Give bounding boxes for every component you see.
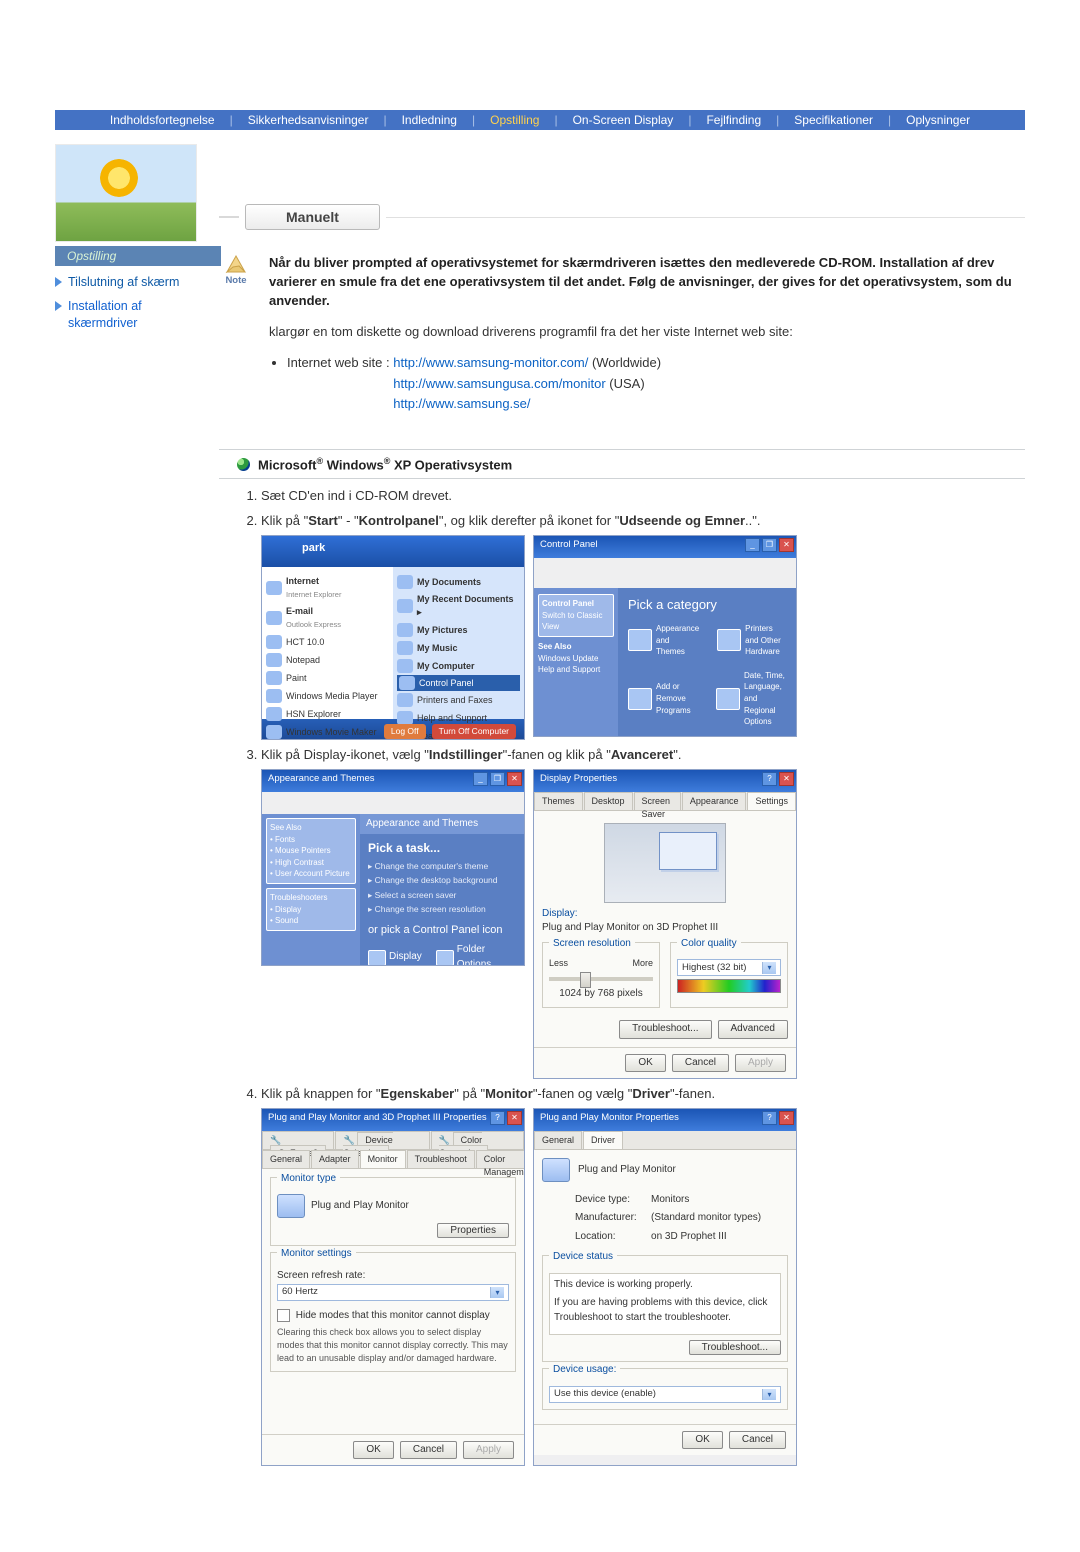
web-links-list: Internet web site : http://www.samsung-m…	[287, 353, 1025, 415]
nav-item[interactable]: Indholdsfortegnelse	[104, 113, 221, 127]
triangle-icon	[55, 277, 62, 287]
link-samsung-se[interactable]: http://www.samsung.se/	[393, 396, 530, 411]
triangle-icon	[55, 301, 62, 311]
screenshot-start-menu: park InternetInternet Explorer E-mailOut…	[261, 535, 525, 740]
screenshot-control-panel: Control Panel _❐✕ Control PanelSwitch to…	[533, 535, 797, 737]
manual-heading-bar: Manuelt	[219, 204, 1025, 230]
logoff-button[interactable]: Log Off	[384, 724, 426, 738]
troubleshoot-button[interactable]: Troubleshoot...	[619, 1020, 711, 1039]
nav-item[interactable]: Oplysninger	[900, 113, 976, 127]
apply-button[interactable]: Apply	[463, 1441, 514, 1460]
main-content: Manuelt Note Når du bliver prompted af o…	[219, 144, 1025, 1472]
screenshot-pnp-monitor-props: Plug and Play Monitor Properties ?✕ Gene…	[533, 1108, 797, 1466]
ok-button[interactable]: OK	[353, 1441, 393, 1460]
step-1: Sæt CD'en ind i CD-ROM drevet.	[261, 487, 1025, 506]
link-samsungusa[interactable]: http://www.samsungusa.com/monitor	[393, 376, 605, 391]
start-menu-user: park	[262, 536, 524, 567]
cancel-button[interactable]: Cancel	[729, 1431, 786, 1450]
screenshot-display-properties: Display Properties ?✕ Themes Desktop Scr…	[533, 769, 797, 1079]
pick-category-heading: Pick a category	[628, 596, 786, 615]
monitor-icon	[542, 1158, 570, 1182]
note-icon: Note	[219, 254, 253, 311]
apply-button[interactable]: Apply	[735, 1054, 786, 1073]
nav-item[interactable]: Specifikationer	[788, 113, 879, 127]
nav-item[interactable]: Fejlfinding	[700, 113, 767, 127]
properties-button[interactable]: Properties	[437, 1223, 509, 1238]
nav-item[interactable]: Sikkerhedsanvisninger	[242, 113, 375, 127]
install-steps: Sæt CD'en ind i CD-ROM drevet. Klik på "…	[261, 487, 1025, 1466]
screenshot-appearance-themes: Appearance and Themes _❐✕ See Also• Font…	[261, 769, 525, 966]
ok-button[interactable]: OK	[682, 1431, 722, 1450]
screenshot-pnp-3dprophet: Plug and Play Monitor and 3D Prophet III…	[261, 1108, 525, 1466]
sidebar-link-connect[interactable]: Tilslutning af skærm	[55, 274, 205, 290]
step-3: Klik på Display-ikonet, vælg "Indstillin…	[261, 746, 1025, 1079]
resolution-slider[interactable]	[549, 977, 653, 981]
link-samsung-monitor[interactable]: http://www.samsung-monitor.com/	[393, 355, 588, 370]
step-4: Klik på knappen for "Egenskaber" på "Mon…	[261, 1085, 1025, 1466]
cancel-button[interactable]: Cancel	[672, 1054, 729, 1073]
globe-icon	[237, 458, 250, 471]
sidebar-hero-caption: Opstilling	[55, 246, 221, 266]
troubleshoot-button[interactable]: Troubleshoot...	[689, 1340, 781, 1355]
sidebar: Opstilling Tilslutning af skærm Installa…	[55, 144, 205, 1472]
monitor-preview	[604, 823, 726, 903]
ok-button[interactable]: OK	[625, 1054, 665, 1073]
hide-modes-checkbox[interactable]	[277, 1309, 290, 1322]
advanced-button[interactable]: Advanced	[718, 1020, 788, 1039]
device-usage-select[interactable]: Use this device (enable)▾	[549, 1386, 781, 1403]
prep-line: klargør en tom diskette og download driv…	[269, 323, 1025, 341]
top-nav: Indholdsfortegnelse| Sikkerhedsanvisning…	[55, 110, 1025, 130]
manual-pill: Manuelt	[245, 204, 380, 230]
nav-item[interactable]: Indledning	[396, 113, 463, 127]
turnoff-button[interactable]: Turn Off Computer	[432, 724, 516, 738]
color-quality-select[interactable]: Highest (32 bit)▾	[677, 959, 781, 976]
note-text: Når du bliver prompted af operativsystem…	[269, 254, 1025, 311]
nav-item-active[interactable]: Opstilling	[484, 113, 545, 127]
sidebar-hero-image	[55, 144, 197, 242]
nav-item[interactable]: On-Screen Display	[567, 113, 680, 127]
refresh-rate-select[interactable]: 60 Hertz▾	[277, 1284, 509, 1301]
monitor-icon	[277, 1194, 305, 1218]
cancel-button[interactable]: Cancel	[400, 1441, 457, 1460]
section-heading-xp: Microsoft® Windows® XP Operativsystem	[219, 449, 1025, 479]
pick-task-heading: Pick a task...	[368, 841, 440, 855]
step-2: Klik på "Start" - "Kontrolpanel", og kli…	[261, 512, 1025, 740]
sidebar-link-install-driver[interactable]: Installation af skærmdriver	[55, 298, 205, 331]
